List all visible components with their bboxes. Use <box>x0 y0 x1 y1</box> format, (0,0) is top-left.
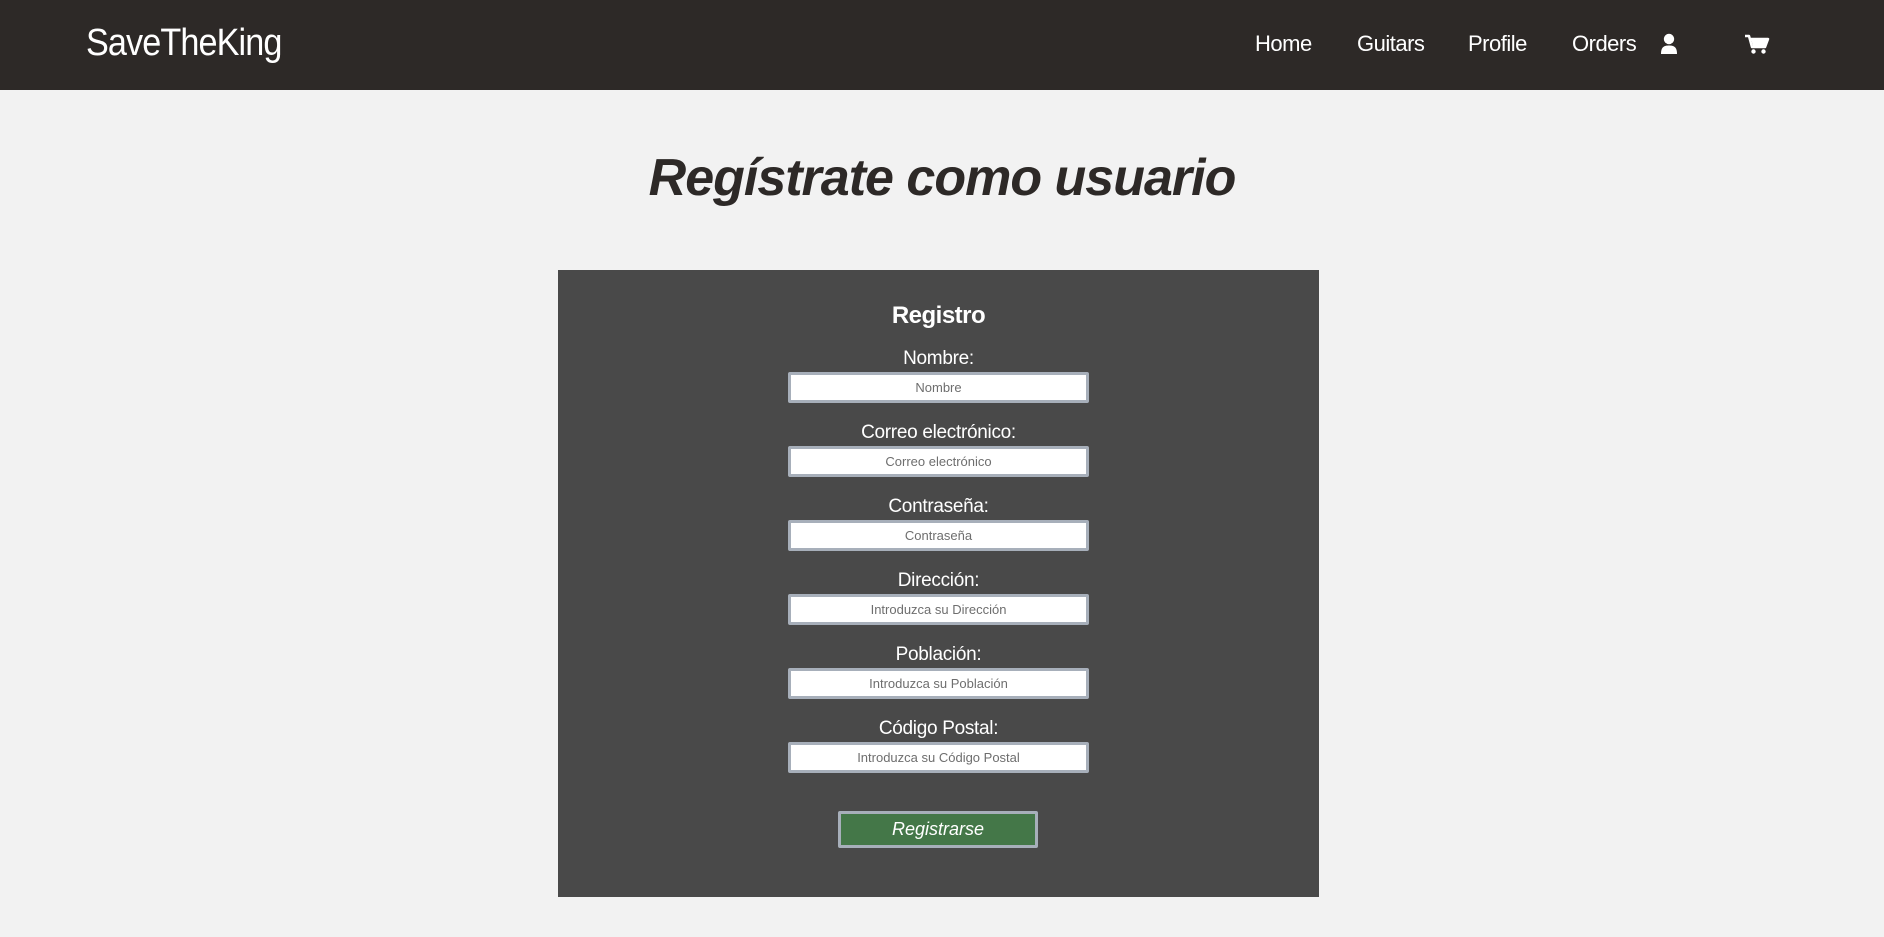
nav-link-home[interactable]: Home <box>1255 31 1312 57</box>
name-label: Nombre: <box>903 348 974 369</box>
city-label: Población: <box>895 644 982 665</box>
postal-code-input[interactable] <box>788 742 1089 773</box>
form-title: Registro <box>891 302 986 329</box>
nav-link-profile[interactable]: Profile <box>1468 31 1527 57</box>
email-label: Correo electrónico: <box>861 422 1016 443</box>
cart-icon[interactable] <box>1744 33 1770 55</box>
postal-code-label: Código Postal: <box>878 718 999 739</box>
nav-link-orders[interactable]: Orders <box>1572 31 1637 57</box>
name-input[interactable] <box>788 372 1089 403</box>
city-input[interactable] <box>788 668 1089 699</box>
registration-form: Registro Nombre: Correo electrónico: Con… <box>558 270 1319 897</box>
email-input[interactable] <box>788 446 1089 477</box>
password-input[interactable] <box>788 520 1089 551</box>
brand-logo[interactable]: SaveTheKing <box>86 22 282 65</box>
page-title: Regístrate como usuario <box>648 149 1237 207</box>
address-input[interactable] <box>788 594 1089 625</box>
nav-link-guitars[interactable]: Guitars <box>1357 31 1425 57</box>
user-icon[interactable] <box>1659 33 1681 55</box>
address-label: Dirección: <box>897 570 980 591</box>
password-label: Contraseña: <box>888 496 989 517</box>
navbar: SaveTheKing Home Guitars Profile Orders <box>0 0 1884 90</box>
register-button[interactable]: Registrarse <box>838 811 1038 848</box>
